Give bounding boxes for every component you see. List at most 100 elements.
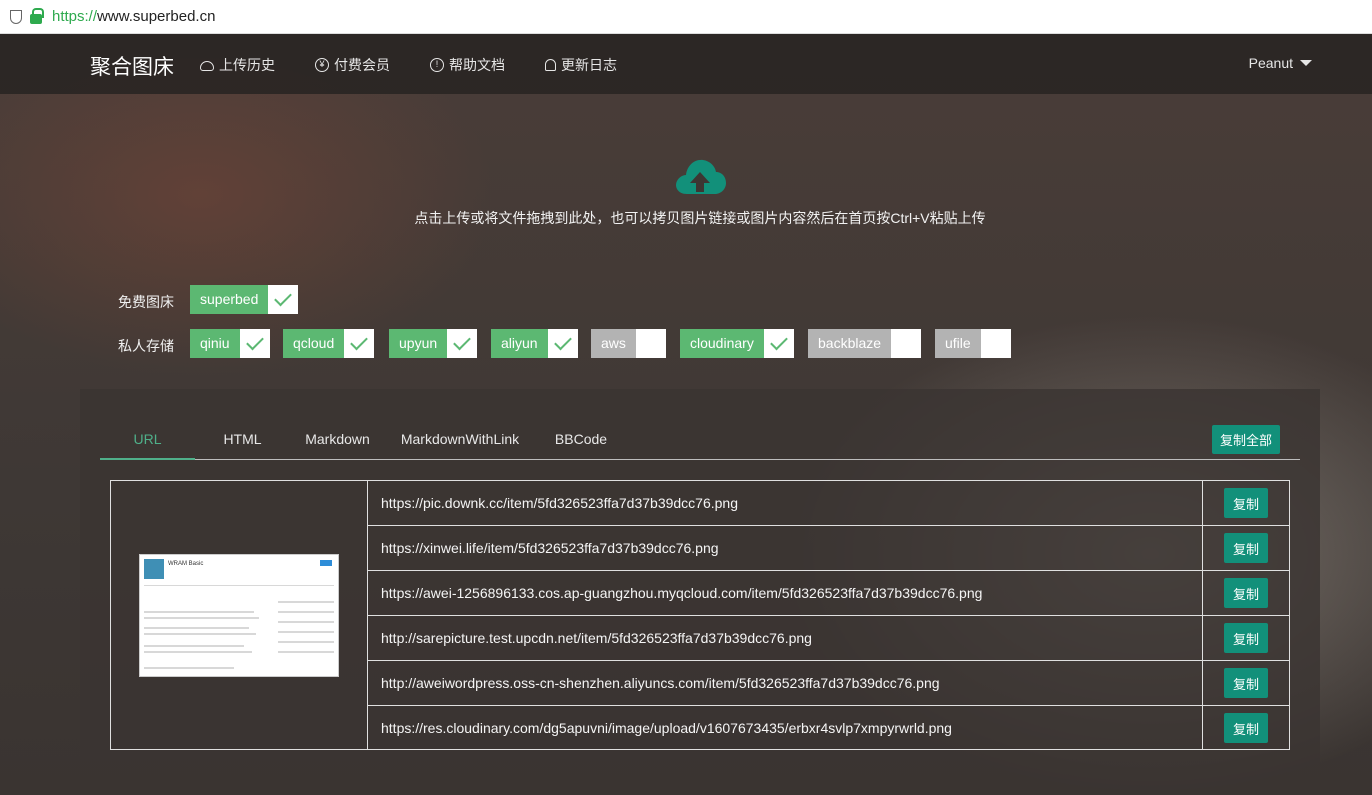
bell-icon bbox=[545, 59, 556, 71]
storage-chip-aws[interactable]: aws bbox=[591, 329, 666, 358]
chip-checkbox[interactable] bbox=[635, 329, 666, 358]
tab-markdown[interactable]: Markdown bbox=[290, 431, 385, 447]
nav-changelog[interactable]: 更新日志 bbox=[545, 55, 617, 75]
link-url[interactable]: https://awei-1256896133.cos.ap-guangzhou… bbox=[381, 585, 982, 601]
tab-markdown-with-link[interactable]: MarkdownWithLink bbox=[385, 431, 535, 447]
thumb-text-line bbox=[144, 645, 244, 647]
check-icon bbox=[245, 332, 264, 351]
check-icon bbox=[274, 288, 293, 307]
link-row: https://pic.downk.cc/item/5fd326523ffa7d… bbox=[368, 481, 1289, 526]
nav-upload-history[interactable]: 上传历史 bbox=[200, 55, 275, 75]
thumb-text-line bbox=[144, 611, 254, 613]
link-row: https://res.cloudinary.com/dg5apuvni/ima… bbox=[368, 706, 1289, 749]
tab-url[interactable]: URL bbox=[100, 431, 195, 447]
nav-help[interactable]: ! 帮助文档 bbox=[430, 55, 505, 75]
chip-checkbox[interactable] bbox=[239, 329, 270, 358]
thumb-text-line bbox=[144, 633, 256, 635]
copy-cell: 复制 bbox=[1202, 661, 1289, 705]
nav-label: 更新日志 bbox=[561, 57, 617, 73]
chip-checkbox[interactable] bbox=[891, 329, 922, 358]
copy-cell: 复制 bbox=[1202, 616, 1289, 660]
chip-checkbox[interactable] bbox=[763, 329, 794, 358]
thumb-side-line bbox=[278, 641, 334, 643]
upload-hint[interactable]: 点击上传或将文件拖拽到此处，也可以拷贝图片链接或图片内容然后在首页按Ctrl+V… bbox=[0, 208, 1372, 228]
thumb-text-line bbox=[144, 617, 259, 619]
nav-label: 上传历史 bbox=[219, 57, 275, 73]
nav-label: 付费会员 bbox=[334, 57, 390, 73]
chip-checkbox[interactable] bbox=[547, 329, 578, 358]
thumb-text-line bbox=[144, 651, 252, 653]
link-url[interactable]: https://pic.downk.cc/item/5fd326523ffa7d… bbox=[381, 495, 738, 511]
thumb-side-line bbox=[278, 611, 334, 613]
free-storage-label: 免费图床 bbox=[118, 294, 174, 310]
thumb-side-line bbox=[278, 651, 334, 653]
chip-label: backblaze bbox=[808, 329, 892, 358]
storage-chip-upyun[interactable]: upyun bbox=[389, 329, 478, 358]
brand-logo[interactable]: 聚合图床 bbox=[90, 51, 174, 81]
cloud-upload-icon[interactable] bbox=[674, 156, 726, 196]
chip-checkbox[interactable] bbox=[447, 329, 478, 358]
image-thumbnail[interactable]: WRAM Basic bbox=[139, 554, 339, 677]
link-table: WRAM Basic https://pic.downk.cc/item/5fd… bbox=[110, 480, 1290, 750]
browser-address-bar[interactable]: https://www.superbed.cn bbox=[0, 0, 1372, 34]
nav-vip[interactable]: ¥ 付费会员 bbox=[315, 55, 390, 75]
tab-divider bbox=[100, 459, 1300, 460]
chip-checkbox[interactable] bbox=[344, 329, 375, 358]
thumb-side-line bbox=[278, 631, 334, 633]
chip-label: ufile bbox=[935, 329, 981, 358]
storage-chip-superbed[interactable]: superbed bbox=[190, 285, 299, 314]
copy-cell: 复制 bbox=[1202, 706, 1289, 749]
copy-button[interactable]: 复制 bbox=[1224, 533, 1268, 563]
private-storage-label: 私人存储 bbox=[118, 338, 174, 354]
copy-cell: 复制 bbox=[1202, 571, 1289, 615]
thumb-side-line bbox=[278, 601, 334, 603]
chip-checkbox[interactable] bbox=[268, 285, 299, 314]
chip-label: qiniu bbox=[190, 329, 240, 358]
cloud-upload-icon bbox=[200, 61, 214, 71]
check-icon bbox=[350, 332, 369, 351]
link-url[interactable]: https://xinwei.life/item/5fd326523ffa7d3… bbox=[381, 540, 719, 556]
thumb-title: WRAM Basic bbox=[168, 561, 204, 567]
check-icon bbox=[769, 332, 788, 351]
caret-down-icon bbox=[1300, 60, 1312, 66]
chip-label: aws bbox=[591, 329, 636, 358]
chip-checkbox[interactable] bbox=[980, 329, 1011, 358]
tab-html[interactable]: HTML bbox=[195, 431, 290, 447]
check-icon bbox=[553, 332, 572, 351]
copy-button[interactable]: 复制 bbox=[1224, 713, 1268, 743]
link-url[interactable]: http://sarepicture.test.upcdn.net/item/5… bbox=[381, 630, 812, 646]
thumbnail-cell: WRAM Basic bbox=[111, 481, 368, 749]
thumb-text-line bbox=[144, 667, 234, 669]
chip-label: qcloud bbox=[283, 329, 345, 358]
chip-label: superbed bbox=[190, 285, 269, 314]
user-menu[interactable]: Peanut bbox=[1249, 55, 1312, 71]
copy-button[interactable]: 复制 bbox=[1224, 668, 1268, 698]
storage-chip-cloudinary[interactable]: cloudinary bbox=[680, 329, 794, 358]
chip-label: cloudinary bbox=[680, 329, 764, 358]
storage-chip-ufile[interactable]: ufile bbox=[935, 329, 1011, 358]
link-url[interactable]: https://res.cloudinary.com/dg5apuvni/ima… bbox=[381, 720, 952, 736]
copy-cell: 复制 bbox=[1202, 481, 1289, 525]
link-row: https://xinwei.life/item/5fd326523ffa7d3… bbox=[368, 526, 1289, 571]
tab-bbcode[interactable]: BBCode bbox=[535, 431, 627, 447]
storage-chip-backblaze[interactable]: backblaze bbox=[808, 329, 922, 358]
active-tab-indicator bbox=[100, 458, 195, 460]
chip-label: aliyun bbox=[491, 329, 548, 358]
copy-cell: 复制 bbox=[1202, 526, 1289, 570]
yen-icon: ¥ bbox=[315, 58, 329, 72]
copy-button[interactable]: 复制 bbox=[1224, 578, 1268, 608]
chip-label: upyun bbox=[389, 329, 448, 358]
copy-button[interactable]: 复制 bbox=[1224, 488, 1268, 518]
nav-label: 帮助文档 bbox=[449, 57, 505, 73]
lock-icon bbox=[30, 7, 44, 24]
storage-chip-qiniu[interactable]: qiniu bbox=[190, 329, 270, 358]
thumb-button bbox=[320, 560, 332, 566]
copy-all-button[interactable]: 复制全部 bbox=[1212, 425, 1280, 454]
link-url[interactable]: http://aweiwordpress.oss-cn-shenzhen.ali… bbox=[381, 675, 940, 691]
copy-button[interactable]: 复制 bbox=[1224, 623, 1268, 653]
thumb-text-line bbox=[144, 627, 249, 629]
address-url[interactable]: https://www.superbed.cn bbox=[52, 8, 215, 25]
storage-chip-qcloud[interactable]: qcloud bbox=[283, 329, 375, 358]
check-icon bbox=[453, 332, 471, 351]
storage-chip-aliyun[interactable]: aliyun bbox=[491, 329, 578, 358]
